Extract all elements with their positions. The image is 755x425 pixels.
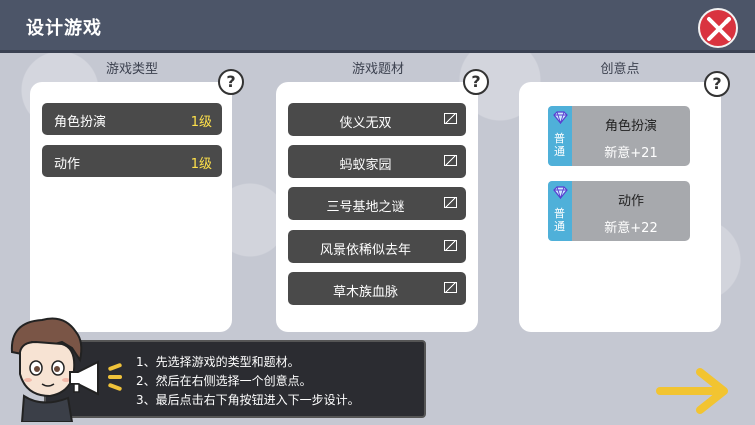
theme-name: 草木族血脉 [332, 285, 398, 300]
idea-bonus: 新意+21 [604, 146, 658, 161]
close-button[interactable] [698, 8, 738, 48]
type-help-button[interactable]: ? [218, 69, 244, 95]
theme-name: 三号基地之谜 [326, 200, 405, 215]
type-name: 动作 [54, 157, 81, 172]
diamond-icon [553, 111, 568, 124]
theme-item[interactable]: 风景依稀似去年 [288, 230, 466, 263]
type-item[interactable]: 动作 1级 [42, 145, 222, 177]
title-bar: 设计游戏 [0, 0, 755, 53]
speaker-wave [107, 382, 123, 392]
idea-card[interactable]: 普通 角色扮演 新意+21 [548, 106, 690, 166]
close-x-icon [707, 16, 732, 41]
edit-icon [444, 113, 457, 124]
edit-icon [444, 155, 457, 166]
idea-help-button[interactable]: ? [704, 71, 730, 97]
theme-name: 侠义无双 [339, 116, 392, 131]
column-header-idea: 创意点 [600, 62, 640, 77]
theme-item[interactable]: 三号基地之谜 [288, 187, 466, 220]
megaphone-icon [69, 360, 99, 396]
idea-name: 动作 [617, 194, 644, 209]
tip-line: 3、最后点击右下角按钮进入下一步设计。 [136, 393, 360, 407]
tip-line: 1、先选择游戏的类型和题材。 [136, 355, 300, 369]
next-arrow-icon[interactable] [656, 366, 732, 416]
idea-tag: 普通 [548, 106, 572, 166]
idea-name: 角色扮演 [604, 119, 657, 134]
type-level: 1级 [190, 157, 212, 172]
theme-name: 蚂蚁家园 [339, 158, 392, 173]
theme-help-button[interactable]: ? [463, 69, 489, 95]
page-title: 设计游戏 [26, 18, 102, 39]
tip-line: 2、然后在右侧选择一个创意点。 [136, 374, 312, 388]
theme-item[interactable]: 侠义无双 [288, 103, 466, 136]
idea-tag-text: 普通 [554, 207, 565, 233]
idea-card[interactable]: 普通 动作 新意+22 [548, 181, 690, 241]
idea-tag-text: 普通 [554, 132, 565, 158]
type-item[interactable]: 角色扮演 1级 [42, 103, 222, 135]
edit-icon [444, 197, 457, 208]
edit-icon [444, 282, 457, 293]
theme-item[interactable]: 草木族血脉 [288, 272, 466, 305]
theme-item[interactable]: 蚂蚁家园 [288, 145, 466, 178]
column-header-theme: 游戏题材 [351, 62, 404, 77]
speaker-wave [108, 375, 122, 379]
idea-bonus: 新意+22 [604, 221, 658, 236]
speaker-wave [107, 362, 123, 372]
edit-icon [444, 240, 457, 251]
idea-tag: 普通 [548, 181, 572, 241]
diamond-icon [553, 186, 568, 199]
theme-name: 风景依稀似去年 [319, 243, 411, 258]
type-name: 角色扮演 [54, 115, 107, 130]
column-header-type: 游戏类型 [105, 62, 158, 77]
type-level: 1级 [190, 115, 212, 130]
